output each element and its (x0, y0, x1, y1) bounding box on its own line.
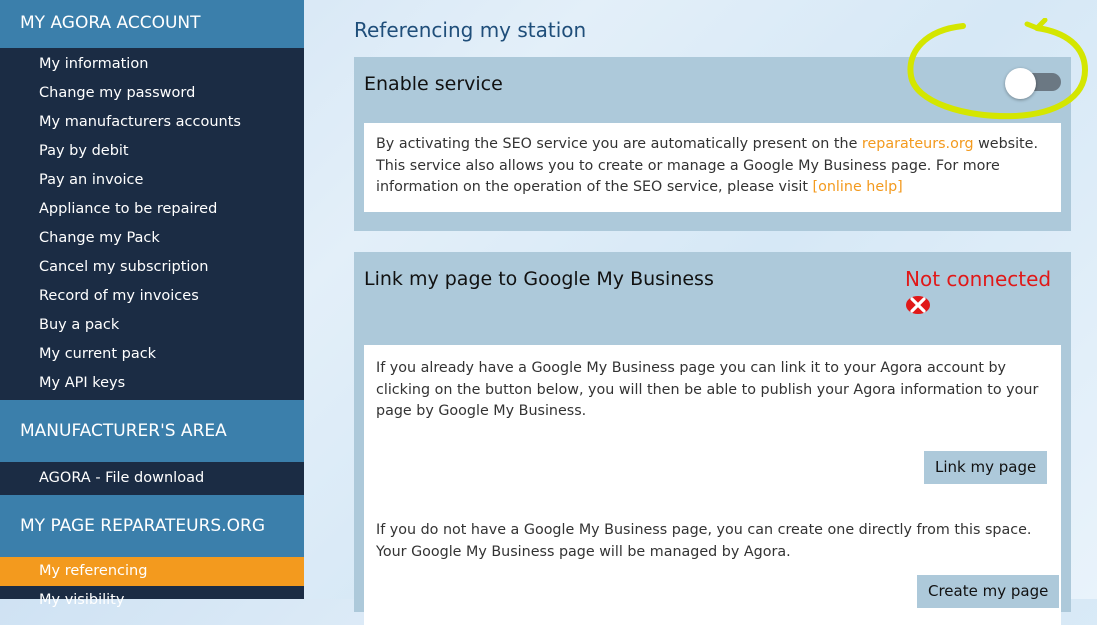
link-page-description: If you already have a Google My Business… (376, 360, 1039, 419)
sidebar-item-pay-by-debit[interactable]: Pay by debit (0, 137, 304, 166)
service-panel: Enable service By activating the SEO ser… (354, 57, 1071, 231)
sidebar-item-appliance-repair[interactable]: Appliance to be repaired (0, 195, 304, 224)
sidebar-item-api-keys[interactable]: My API keys (0, 369, 304, 398)
gmb-panel-title: Link my page to Google My Business (364, 268, 714, 290)
service-text-before: By activating the SEO service you are au… (376, 136, 862, 152)
service-panel-title: Enable service (364, 73, 503, 95)
sidebar-manufacturer-list: AGORA - File download (0, 462, 304, 495)
sidebar-section-header-reparateurs: MY PAGE REPARATEURS.ORG (0, 495, 304, 557)
sidebar-item-cancel-subscription[interactable]: Cancel my subscription (0, 253, 304, 282)
sidebar-item-my-information[interactable]: My information (0, 50, 304, 79)
create-page-description: If you do not have a Google My Business … (376, 522, 1032, 560)
toggle-knob (1005, 68, 1036, 99)
sidebar-item-my-referencing[interactable]: My referencing (0, 557, 304, 586)
connection-status: Not connected (905, 267, 1052, 291)
reparateurs-link[interactable]: reparateurs.org (862, 136, 974, 152)
service-description: By activating the SEO service you are au… (364, 123, 1061, 212)
sidebar-item-change-pack[interactable]: Change my Pack (0, 224, 304, 253)
error-x-icon (906, 296, 930, 314)
gmb-panel: Link my page to Google My Business Not c… (354, 252, 1071, 625)
sidebar-item-change-password[interactable]: Change my password (0, 79, 304, 108)
sidebar: MY AGORA ACCOUNT My information Change m… (0, 0, 304, 608)
create-my-page-button[interactable]: Create my page (917, 575, 1060, 608)
sidebar-section-header-manufacturer: MANUFACTURER'S AREA (0, 400, 304, 462)
online-help-link[interactable]: [online help] (813, 179, 903, 195)
sidebar-item-my-visibility[interactable]: My visibility (0, 586, 304, 615)
sidebar-item-pay-invoice[interactable]: Pay an invoice (0, 166, 304, 195)
sidebar-section-header-account: MY AGORA ACCOUNT (0, 0, 304, 48)
page-title: Referencing my station (354, 18, 587, 42)
sidebar-item-buy-pack[interactable]: Buy a pack (0, 311, 304, 340)
sidebar-account-list: My information Change my password My man… (0, 48, 304, 400)
sidebar-item-manufacturers-accounts[interactable]: My manufacturers accounts (0, 108, 304, 137)
gmb-content: If you already have a Google My Business… (364, 345, 1061, 625)
sidebar-item-invoice-record[interactable]: Record of my invoices (0, 282, 304, 311)
sidebar-reparateurs-list: My referencing My visibility (0, 557, 304, 615)
sidebar-item-file-download[interactable]: AGORA - File download (0, 464, 304, 493)
link-my-page-button[interactable]: Link my page (924, 451, 1048, 484)
sidebar-item-current-pack[interactable]: My current pack (0, 340, 304, 369)
enable-service-toggle[interactable] (1005, 68, 1061, 99)
